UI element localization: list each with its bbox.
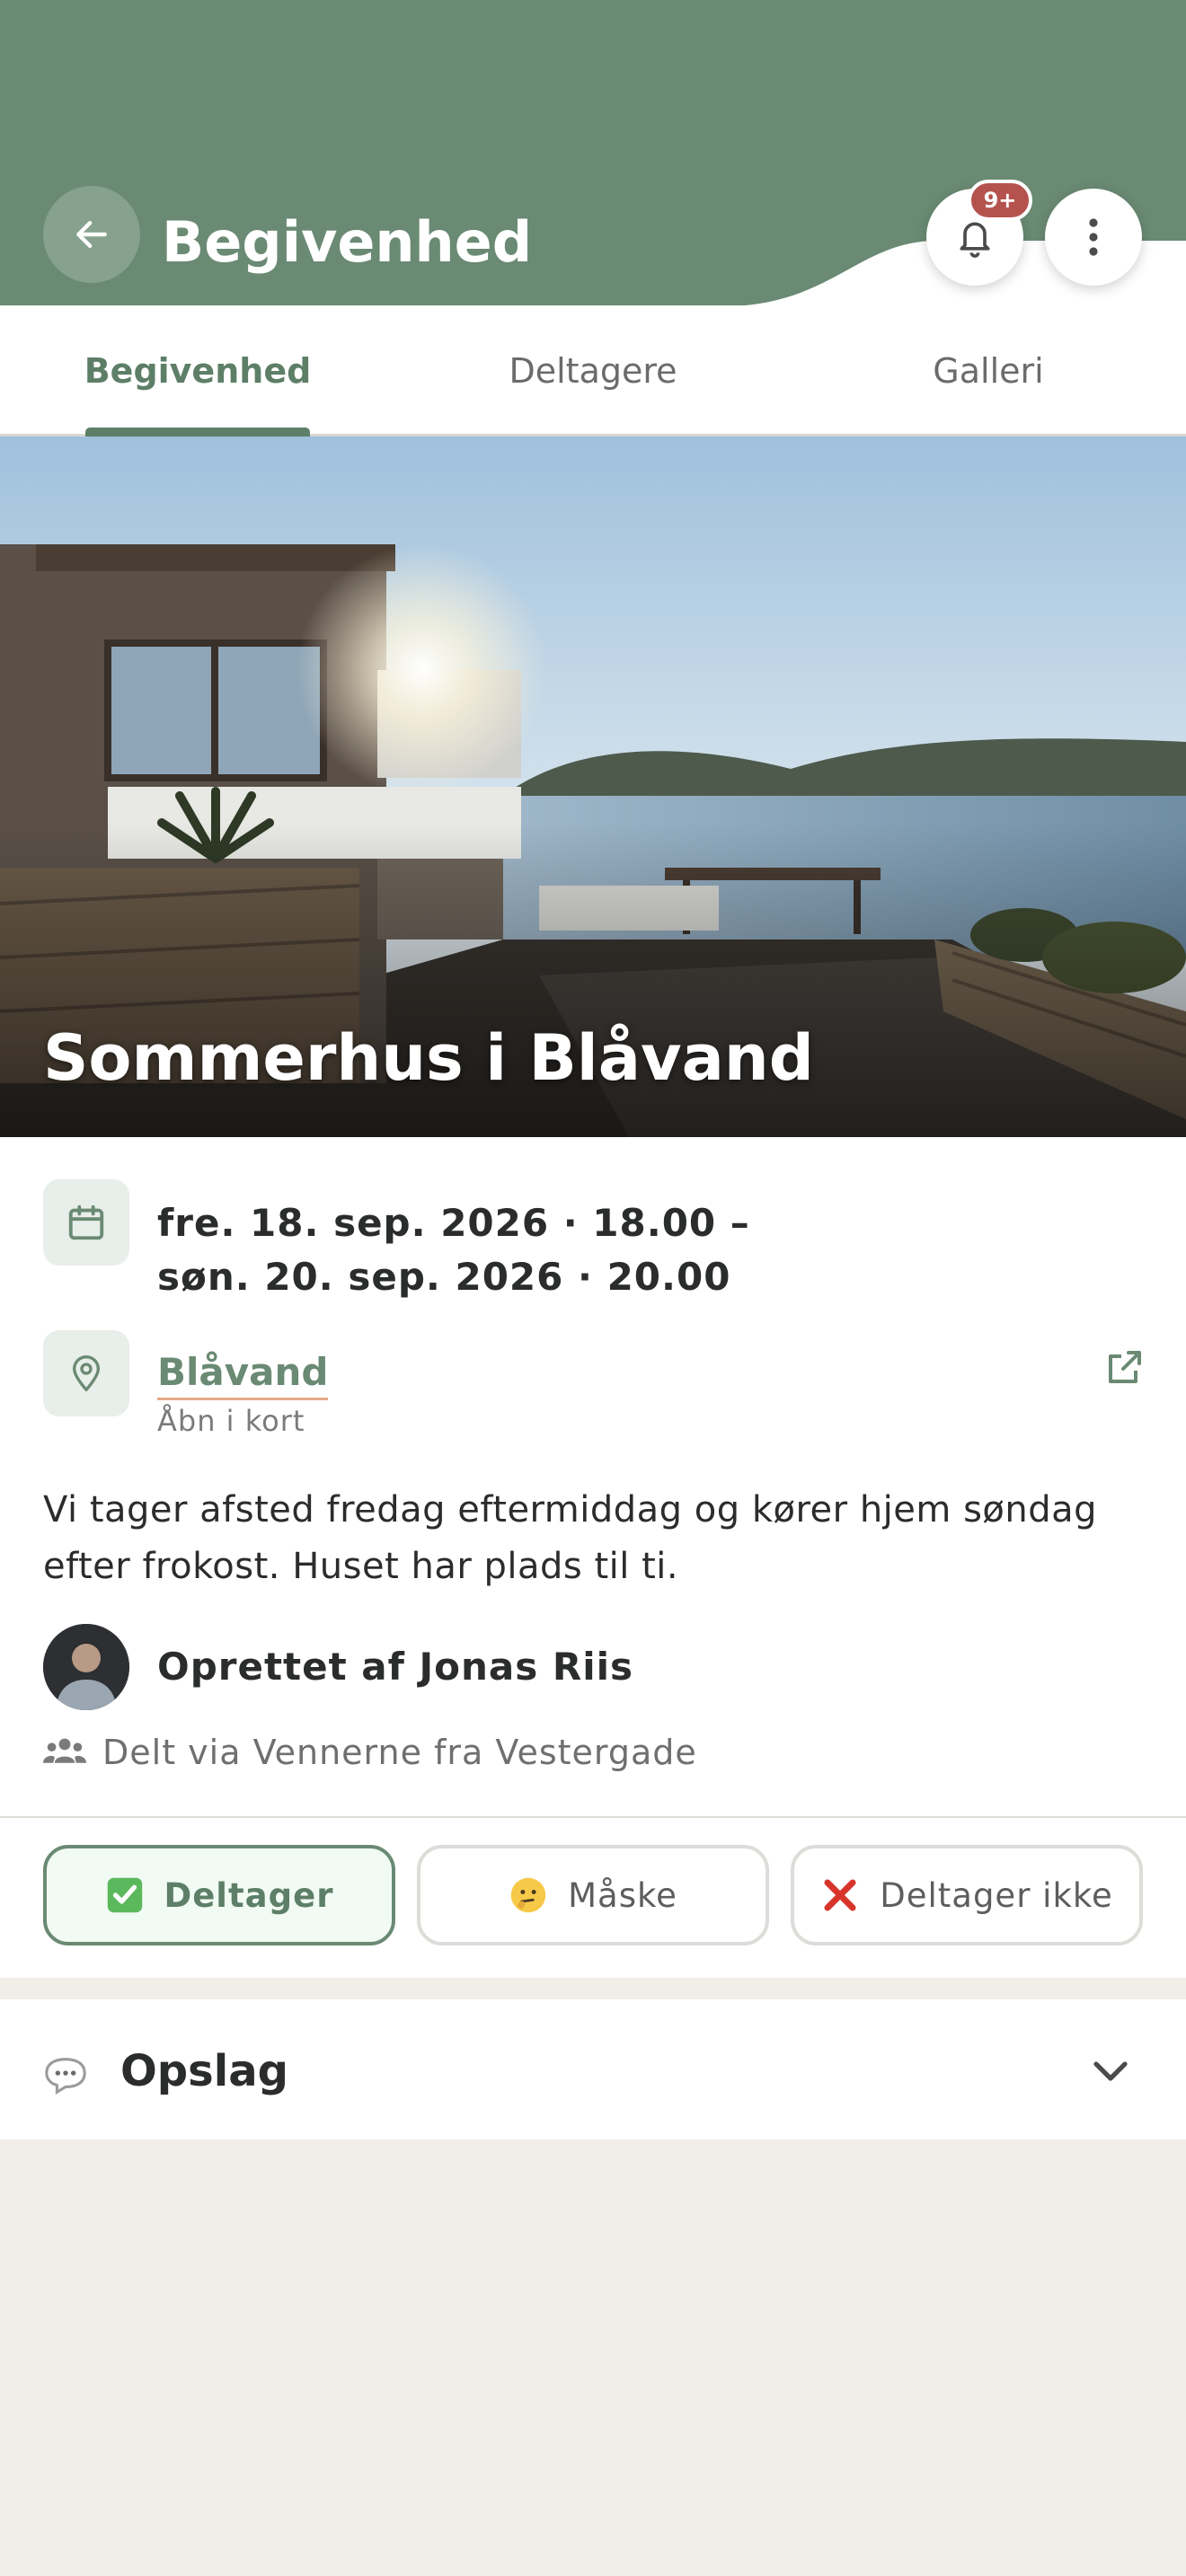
cross-mark-icon [820, 1875, 860, 1915]
chevron-down-icon[interactable] [1089, 2053, 1132, 2089]
more-vertical-icon [1089, 218, 1098, 256]
arrow-left-icon [76, 220, 107, 249]
event-title: Sommerhus i Blåvand [43, 1021, 814, 1095]
rsvp-maybe-button[interactable]: Måske [417, 1845, 769, 1945]
thinking-face-icon [509, 1875, 548, 1915]
tab-event[interactable]: Begivenhed [0, 305, 395, 437]
speech-bubble-icon [45, 2058, 86, 2095]
event-date-start: fre. 18. sep. 2026 · 18.00 – [157, 1201, 750, 1245]
tab-participants[interactable]: Deltagere [395, 305, 791, 437]
date-icon-box [43, 1179, 129, 1266]
active-tab-indicator [85, 428, 310, 437]
rsvp-going-button[interactable]: Deltager [43, 1845, 395, 1945]
event-date-end: søn. 20. sep. 2026 · 20.00 [157, 1255, 731, 1299]
posts-title: Opslag [120, 2046, 288, 2096]
rsvp-going-label: Deltager [164, 1875, 334, 1915]
tab-bar: Begivenhed Deltagere Galleri [0, 305, 1186, 437]
creator-avatar-photo [43, 1624, 129, 1710]
page-title: Begivenhed [162, 209, 533, 275]
location-icon-box [43, 1330, 129, 1416]
avatar[interactable] [43, 1624, 129, 1710]
event-description: Vi tager afsted fredag eftermiddag og kø… [43, 1489, 1098, 1587]
check-mark-icon [105, 1875, 145, 1915]
open-in-map-label[interactable]: Åbn i kort [157, 1403, 305, 1439]
rsvp-not-going-button[interactable]: Deltager ikke [791, 1845, 1143, 1945]
map-pin-icon [73, 1355, 101, 1391]
tab-gallery[interactable]: Galleri [791, 305, 1186, 437]
created-by-label: Oprettet af Jonas Riis [157, 1645, 634, 1689]
rsvp-not-going-label: Deltager ikke [880, 1875, 1113, 1915]
shared-via-label: Delt via Vennerne fra Vestergade [102, 1733, 697, 1772]
bell-icon [960, 222, 990, 258]
more-options-button[interactable] [1045, 189, 1142, 286]
notification-badge: 9+ [968, 180, 1032, 221]
external-link-icon[interactable] [1103, 1345, 1146, 1389]
group-icon [43, 1738, 86, 1763]
location-link[interactable]: Blåvand [157, 1347, 329, 1400]
back-button[interactable] [43, 186, 140, 283]
calendar-icon [68, 1204, 104, 1240]
rsvp-maybe-label: Måske [568, 1875, 677, 1915]
